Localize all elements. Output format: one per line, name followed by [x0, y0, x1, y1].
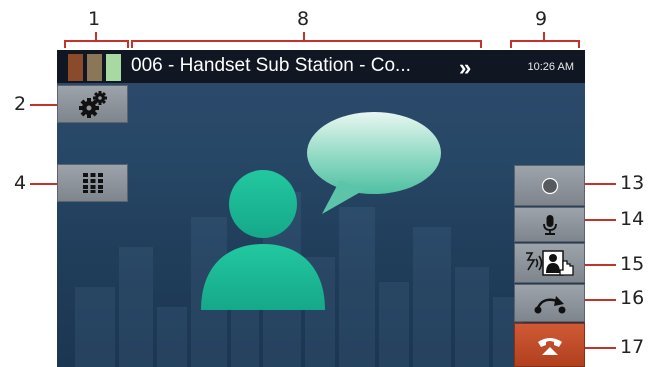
callout-13: 13 [620, 172, 645, 194]
callout-16: 16 [620, 287, 645, 309]
record-icon [541, 177, 558, 194]
settings-button[interactable] [57, 85, 128, 123]
door-release-button[interactable] [514, 243, 585, 283]
call-screen: 006 - Handset Sub Station - Co... » 10:2… [57, 50, 585, 367]
keypad-icon [82, 173, 103, 193]
bracket-8 [131, 40, 482, 48]
transfer-icon [534, 296, 565, 314]
record-button[interactable] [514, 165, 585, 206]
end-call-button[interactable] [514, 323, 585, 367]
mute-microphone-button[interactable] [514, 207, 585, 242]
callout-4: 4 [14, 172, 27, 194]
gears-icon [78, 91, 107, 118]
speech-bubble-icon [307, 112, 441, 214]
chevron-right-icon[interactable]: » [459, 55, 471, 81]
callout-17: 17 [620, 336, 645, 358]
callout-15: 15 [620, 253, 645, 275]
callout-2: 2 [14, 93, 27, 115]
call-level-indicator-1 [68, 54, 83, 81]
call-title: 006 - Handset Sub Station - Co... [131, 55, 411, 76]
callout-1: 1 [88, 8, 101, 30]
call-level-indicator-3 [106, 54, 121, 81]
transfer-button[interactable] [514, 284, 585, 322]
clock: 10:26 AM [527, 61, 574, 73]
callout-9: 9 [535, 8, 548, 30]
microphone-icon [542, 214, 557, 235]
call-level-indicator-2 [87, 54, 102, 81]
door-release-icon [525, 250, 574, 276]
keypad-button[interactable] [57, 164, 128, 202]
end-call-icon [537, 338, 562, 355]
bracket-9-stem [543, 32, 545, 40]
callout-8: 8 [297, 8, 310, 30]
bracket-8-stem [303, 32, 305, 40]
bracket-1-stem [95, 32, 97, 40]
bracket-1 [64, 40, 129, 48]
status-bar: 006 - Handset Sub Station - Co... » 10:2… [57, 50, 585, 83]
callout-14: 14 [620, 208, 645, 230]
bracket-9 [510, 40, 580, 48]
